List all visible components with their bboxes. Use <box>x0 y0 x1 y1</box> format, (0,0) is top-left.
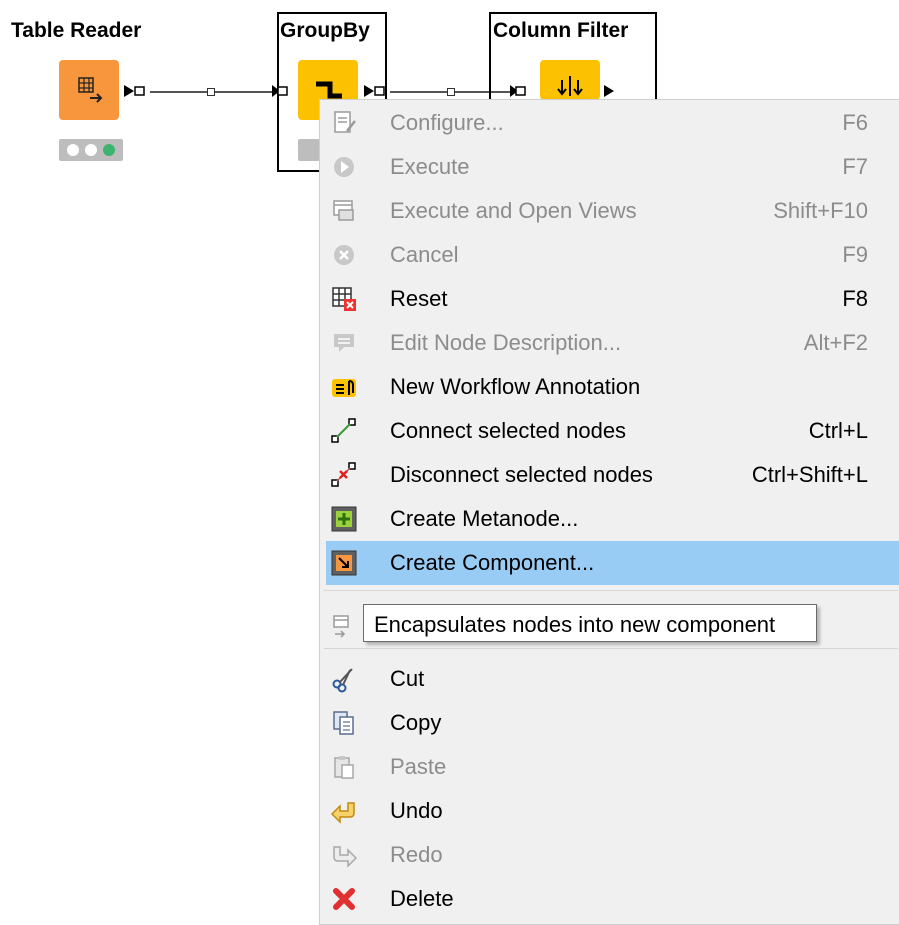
column-filter-input-port[interactable] <box>508 83 532 99</box>
menu-item-label: Execute <box>390 154 470 179</box>
menu-item-delete[interactable]: Delete <box>320 877 899 921</box>
menu-item-label: Reset <box>390 286 448 311</box>
comment-icon <box>334 334 354 352</box>
annotation-icon <box>332 379 356 397</box>
menu-item-label: Execute and Open Views <box>390 198 637 223</box>
tooltip-text: Encapsulates nodes into new component <box>374 612 776 637</box>
menu-item-label: Copy <box>390 710 442 735</box>
menu-item-connect-selected-nodes[interactable]: Connect selected nodes Ctrl+L <box>320 409 899 453</box>
column-filter-output-port[interactable] <box>602 83 622 99</box>
column-filter-node[interactable] <box>540 60 600 100</box>
menu-item-disconnect-selected-nodes[interactable]: Disconnect selected nodes Ctrl+Shift+L <box>320 453 899 497</box>
menu-item-cancel[interactable]: Cancel F9 <box>320 233 899 277</box>
execute-open-views-icon <box>333 200 354 221</box>
menu-item-create-metanode[interactable]: Create Metanode... <box>320 497 899 541</box>
menu-item-label: Create Component... <box>390 550 595 575</box>
wire-bendpoint[interactable] <box>447 88 455 96</box>
menu-item-shortcut: Shift+F10 <box>773 198 868 223</box>
wire-bendpoint[interactable] <box>207 88 215 96</box>
menu-item-reset[interactable]: Reset F8 <box>320 277 899 321</box>
menu-item-label: Undo <box>390 798 443 823</box>
menu-item-label: Connect selected nodes <box>390 418 627 443</box>
configure-icon <box>334 111 356 133</box>
menu-item-shortcut: F7 <box>842 154 868 179</box>
connect-nodes-icon <box>331 418 356 443</box>
menu-item-paste[interactable]: Paste <box>320 745 899 789</box>
menu-item-label: Cut <box>390 666 425 691</box>
menu-item-redo[interactable]: Redo <box>320 833 899 877</box>
context-menu: Configure... F6 Execute F7 Execute and O… <box>319 99 899 925</box>
component-icon <box>331 550 357 576</box>
menu-item-label: Cancel <box>390 242 459 267</box>
table-reader-status-indicator <box>59 139 123 161</box>
menu-item-label: Disconnect selected nodes <box>390 462 653 487</box>
undo-icon <box>330 802 355 824</box>
menu-item-label: Edit Node Description... <box>390 330 622 355</box>
menu-item-label: New Workflow Annotation <box>390 374 641 399</box>
node-title-groupby: GroupBy <box>280 19 370 42</box>
menu-item-label: Redo <box>390 842 443 867</box>
menu-item-label: Paste <box>390 754 447 779</box>
copy-icon <box>333 711 354 735</box>
redo-icon <box>333 846 358 868</box>
menu-separator <box>324 590 898 591</box>
menu-separator <box>324 648 898 649</box>
menu-item-shortcut: Ctrl+L <box>808 418 868 443</box>
execute-icon <box>334 157 354 177</box>
menu-item-shortcut: F9 <box>842 242 868 267</box>
node-title-column-filter: Column Filter <box>493 19 629 42</box>
menu-item-undo[interactable]: Undo <box>320 789 899 833</box>
groupby-status-indicator <box>298 139 320 161</box>
table-reader-icon <box>78 77 103 103</box>
reset-icon <box>332 287 356 311</box>
node-title-table-reader: Table Reader <box>11 19 142 42</box>
menu-item-copy[interactable]: Copy <box>320 701 899 745</box>
disconnect-nodes-icon <box>331 462 356 487</box>
menu-item-shortcut: Alt+F2 <box>803 330 868 355</box>
menu-item-create-component[interactable]: Create Component... <box>326 541 899 585</box>
table-reader-node[interactable] <box>59 60 119 120</box>
tooltip: Encapsulates nodes into new component <box>363 604 817 642</box>
menu-item-execute-and-open-views[interactable]: Execute and Open Views Shift+F10 <box>320 189 899 233</box>
menu-item-shortcut: Ctrl+Shift+L <box>751 462 868 487</box>
menu-item-label: Delete <box>390 886 454 911</box>
scissors-icon <box>332 668 353 693</box>
menu-item-execute[interactable]: Execute F7 <box>320 145 899 189</box>
menu-item-label: Create Metanode... <box>390 506 579 531</box>
delete-icon <box>333 888 355 910</box>
menu-item-shortcut: F8 <box>842 286 868 311</box>
groupby-input-port[interactable] <box>270 83 290 99</box>
cancel-icon <box>334 245 354 265</box>
menu-item-configure[interactable]: Configure... F6 <box>320 101 899 145</box>
expand-node-icon <box>333 615 349 638</box>
paste-icon <box>334 756 354 779</box>
menu-item-shortcut: F6 <box>842 110 868 135</box>
menu-item-label: Configure... <box>390 110 504 135</box>
menu-item-edit-node-description[interactable]: Edit Node Description... Alt+F2 <box>320 321 899 365</box>
metanode-icon <box>331 506 357 532</box>
menu-item-new-workflow-annotation[interactable]: New Workflow Annotation <box>320 365 899 409</box>
menu-item-cut[interactable]: Cut <box>320 657 899 701</box>
column-filter-icon <box>557 76 583 96</box>
